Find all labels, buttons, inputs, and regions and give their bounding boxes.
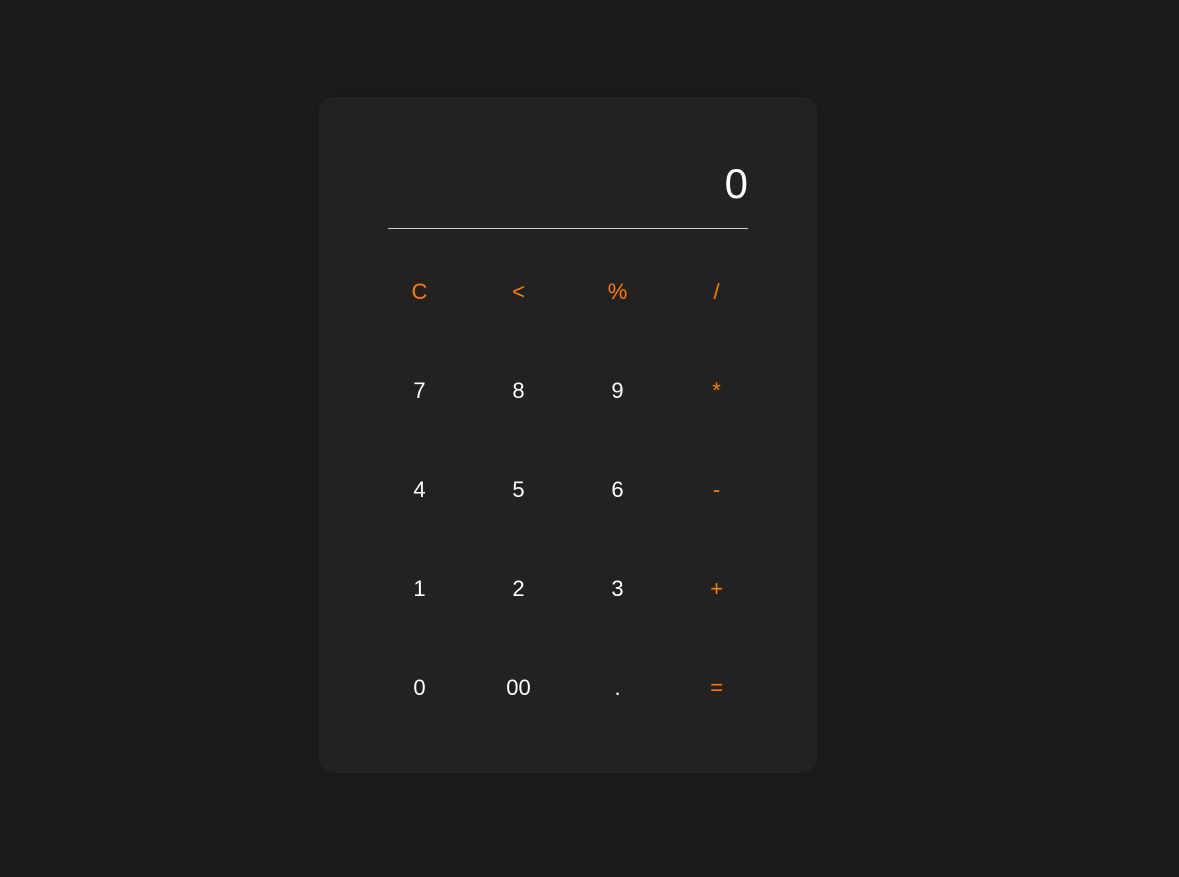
decimal-button[interactable]: .	[568, 638, 667, 737]
percent-button[interactable]: %	[568, 242, 667, 341]
subtract-button[interactable]: -	[667, 440, 766, 539]
digit-2-button[interactable]: 2	[469, 539, 568, 638]
digit-6-button[interactable]: 6	[568, 440, 667, 539]
double-zero-button[interactable]: 00	[469, 638, 568, 737]
digit-5-button[interactable]: 5	[469, 440, 568, 539]
digit-9-button[interactable]: 9	[568, 341, 667, 440]
digit-7-button[interactable]: 7	[370, 341, 469, 440]
clear-button[interactable]: C	[370, 242, 469, 341]
digit-0-button[interactable]: 0	[370, 638, 469, 737]
equals-button[interactable]: =	[667, 638, 766, 737]
display-value: 0	[724, 160, 748, 207]
backspace-button[interactable]: <	[469, 242, 568, 341]
digit-4-button[interactable]: 4	[370, 440, 469, 539]
multiply-button[interactable]: *	[667, 341, 766, 440]
calculator-panel: 0 C < % / 7 8 9 * 4 5 6 - 1 2 3 + 0 00 .…	[319, 97, 817, 773]
keypad: C < % / 7 8 9 * 4 5 6 - 1 2 3 + 0 00 . =	[370, 242, 766, 737]
calculator-display: 0	[388, 152, 748, 229]
digit-1-button[interactable]: 1	[370, 539, 469, 638]
digit-3-button[interactable]: 3	[568, 539, 667, 638]
add-button[interactable]: +	[667, 539, 766, 638]
digit-8-button[interactable]: 8	[469, 341, 568, 440]
divide-button[interactable]: /	[667, 242, 766, 341]
